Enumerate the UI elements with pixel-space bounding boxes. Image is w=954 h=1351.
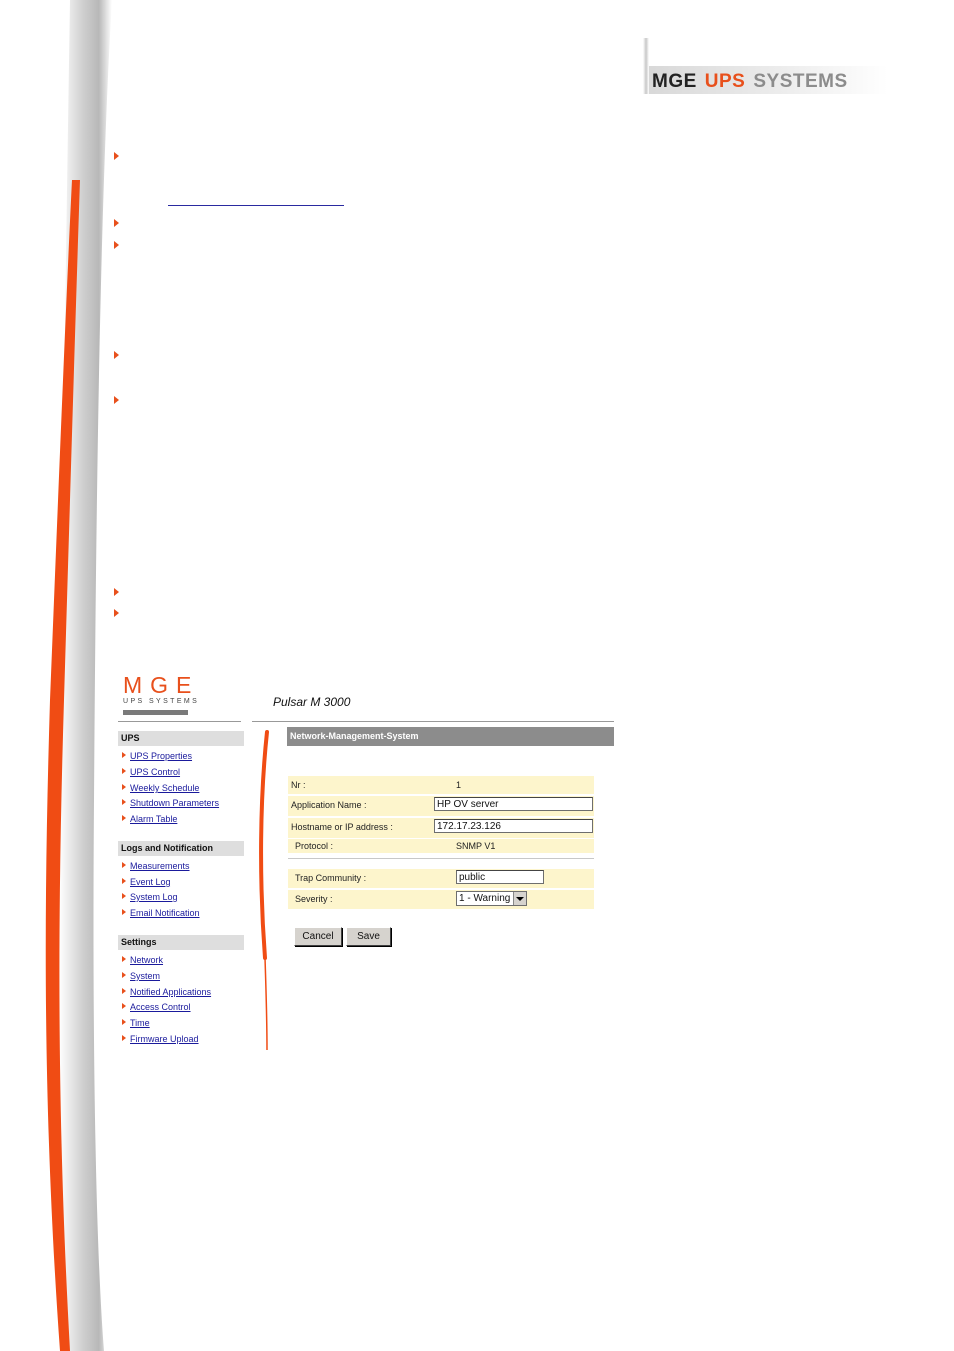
link-underline (168, 205, 344, 206)
sidebar-item-measurements[interactable]: Measurements (122, 860, 190, 872)
row-trap-community: Trap Community : (288, 869, 594, 888)
arrow-icon (122, 862, 126, 868)
sidebar-item-system[interactable]: System (122, 970, 160, 982)
sidebar-item-label: Shutdown Parameters (130, 798, 220, 808)
protocol-value: SNMP V1 (456, 841, 496, 851)
sidebar-item-notified-applications[interactable]: Notified Applications (122, 986, 211, 998)
sidebar-item-label: Notified Applications (130, 987, 212, 997)
bullet-marker (114, 588, 119, 596)
bullet-marker (114, 396, 119, 404)
sidebar-item-access-control[interactable]: Access Control (122, 1001, 191, 1013)
sidebar-item-label: UPS Control (130, 767, 181, 777)
sidebar-item-ups-control[interactable]: UPS Control (122, 766, 180, 778)
sidebar-item-ups-properties[interactable]: UPS Properties (122, 750, 192, 762)
arrow-icon (122, 1019, 126, 1025)
sidebar-item-label: Time (130, 1018, 150, 1028)
device-title: Pulsar M 3000 (273, 695, 351, 709)
sidebar-item-label: Network (130, 955, 164, 965)
nr-label: Nr : (291, 780, 306, 790)
logo-word-ups: UPS (704, 71, 746, 92)
cancel-button[interactable]: Cancel (294, 927, 342, 946)
arrow-icon (122, 893, 126, 899)
logo-edge (643, 38, 649, 94)
sidebar-item-time[interactable]: Time (122, 1017, 150, 1029)
sidebar-section-ups: UPS (118, 731, 244, 746)
panel-title: Network-Management-System (287, 727, 614, 746)
bullet-marker (114, 241, 119, 249)
sidebar-section-logs: Logs and Notification (118, 841, 244, 856)
sidebar-item-label: Access Control (130, 1002, 191, 1012)
sidebar-item-label: Firmware Upload (130, 1034, 199, 1044)
left-decorative-band (45, 0, 112, 1351)
save-button[interactable]: Save (346, 927, 391, 946)
mge-logo: MGE UPS SYSTEMS (123, 673, 199, 715)
logo-text: MGE UPS SYSTEMS (652, 71, 848, 93)
chevron-down-icon[interactable] (513, 892, 526, 905)
sidebar-item-label: Email Notification (130, 908, 200, 918)
arrow-icon (122, 784, 126, 790)
arrow-icon (122, 956, 126, 962)
arrow-icon (122, 1003, 126, 1009)
bullet-marker (114, 219, 119, 227)
sidebar-item-alarm-table[interactable]: Alarm Table (122, 813, 177, 825)
row-severity: Severity : (288, 890, 594, 909)
sidebar-item-system-log[interactable]: System Log (122, 891, 178, 903)
severity-select[interactable]: 1 - Warning (456, 891, 527, 906)
arrow-icon (122, 988, 126, 994)
arrow-icon (122, 768, 126, 774)
sidebar-item-network[interactable]: Network (122, 954, 163, 966)
header-logo: MGE UPS SYSTEMS (640, 38, 890, 98)
protocol-label: Protocol : (295, 841, 334, 851)
row-protocol: Protocol : SNMP V1 (288, 839, 594, 853)
sidebar-item-weekly-schedule[interactable]: Weekly Schedule (122, 782, 199, 794)
logo-word-mge: MGE (652, 71, 697, 92)
sidebar-divider (118, 721, 241, 722)
arrow-icon (122, 878, 126, 884)
arrow-icon (122, 799, 126, 805)
hostname-label: Hostname or IP address : (291, 822, 393, 832)
mge-logo-bar (123, 710, 188, 715)
nr-value: 1 (456, 780, 462, 790)
sidebar-section-settings: Settings (118, 935, 244, 950)
bullet-marker (114, 609, 119, 617)
sidebar-item-label: Event Log (130, 877, 171, 887)
application-name-input[interactable]: HP OV server (434, 797, 593, 811)
header-divider (252, 721, 614, 722)
logo-word-systems: SYSTEMS (753, 71, 848, 92)
row-nr: Nr : 1 (288, 776, 594, 794)
sidebar-item-label: System (130, 971, 161, 981)
mge-logo-subtitle: UPS SYSTEMS (123, 698, 200, 705)
arrow-icon (122, 1035, 126, 1041)
trap-community-label: Trap Community : (295, 873, 367, 883)
severity-label: Severity : (295, 894, 333, 904)
arrow-icon (122, 752, 126, 758)
trap-community-input[interactable]: public (456, 870, 544, 884)
orange-swoosh (259, 730, 269, 1051)
sidebar-item-shutdown-parameters[interactable]: Shutdown Parameters (122, 797, 219, 809)
bullet-marker (114, 152, 119, 160)
arrow-icon (122, 909, 126, 915)
mge-logo-wordmark: MGE (123, 672, 200, 698)
severity-selected-value: 1 - Warning (459, 893, 511, 904)
form-divider (288, 858, 594, 859)
arrow-icon (122, 972, 126, 978)
sidebar-item-event-log[interactable]: Event Log (122, 876, 171, 888)
sidebar-item-email-notification[interactable]: Email Notification (122, 907, 200, 919)
sidebar-item-label: Weekly Schedule (130, 783, 200, 793)
sidebar-item-label: UPS Properties (130, 751, 193, 761)
sidebar-item-firmware-upload[interactable]: Firmware Upload (122, 1033, 199, 1045)
sidebar-item-label: Alarm Table (130, 814, 178, 824)
sidebar-item-label: Measurements (130, 861, 190, 871)
hostname-input[interactable]: 172.17.23.126 (434, 819, 593, 833)
bullet-marker (114, 351, 119, 359)
sidebar-item-label: System Log (130, 892, 178, 902)
app-name-label: Application Name : (291, 800, 367, 810)
arrow-icon (122, 815, 126, 821)
